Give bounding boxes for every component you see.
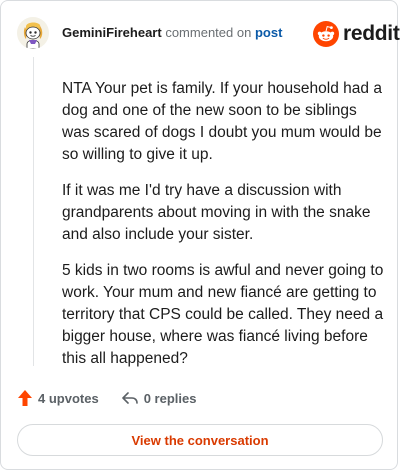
reply-button[interactable]: 0 replies — [121, 390, 197, 406]
comment-card: GeminiFireheart commented on post reddit… — [0, 0, 400, 470]
comment-paragraph: If it was me I'd try have a discussion w… — [62, 182, 371, 243]
reddit-alien-icon — [313, 21, 339, 47]
view-conversation-button[interactable]: View the conversation — [17, 424, 383, 456]
reddit-logo[interactable]: reddit — [313, 21, 400, 47]
user-avatar[interactable] — [17, 17, 49, 49]
reply-arrow-icon — [121, 392, 138, 404]
upvote-button[interactable]: 4 upvotes — [17, 389, 99, 407]
reply-count: 0 replies — [143, 390, 197, 406]
reddit-wordmark: reddit — [343, 22, 400, 45]
snoo-avatar-icon — [17, 17, 49, 49]
post-link[interactable]: post — [255, 25, 282, 40]
username[interactable]: GeminiFireheart — [62, 25, 162, 40]
upvote-count: 4 upvotes — [38, 390, 99, 406]
comment-paragraph: 5 kids in two rooms is awful and never g… — [62, 262, 384, 367]
thread-line — [33, 57, 34, 366]
commented-on-text: commented on — [165, 25, 252, 40]
comment-actions: 4 upvotes 0 replies — [17, 389, 196, 407]
comment-body: NTA Your pet is family. If your househol… — [62, 78, 384, 384]
comment-paragraph: NTA Your pet is family. If your househol… — [62, 80, 382, 163]
upvote-arrow-icon — [18, 390, 32, 406]
comment-header: GeminiFireheart commented on post — [62, 24, 282, 42]
